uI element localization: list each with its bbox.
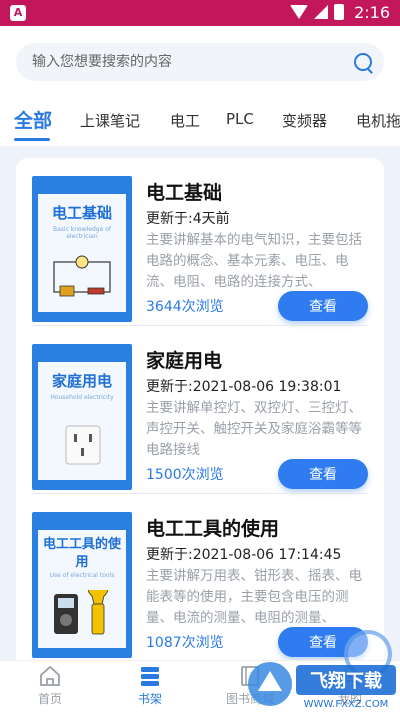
tab-class-notes[interactable]: 上课笔记 [80, 110, 140, 131]
item-title: 电工工具的使用 [146, 518, 280, 540]
search-bar [16, 43, 384, 81]
home-icon [40, 665, 60, 686]
item-view-count: 1087次浏览 [146, 635, 224, 651]
view-button[interactable]: 查看 [278, 459, 368, 489]
cover-subtitle: Basic knowledge of electrician [52, 226, 111, 240]
item-updated: 更新于:2021-08-06 17:14:45 [146, 547, 342, 563]
item-title: 电工基础 [146, 182, 223, 204]
circuit-illustration [53, 255, 111, 297]
cover-title: 家庭用电 [51, 372, 112, 390]
cover-title: 电工基础 [51, 204, 112, 222]
category-tabs: 全部 上课笔记 电工 PLC 变频器 电机拖 [0, 98, 400, 146]
search-input[interactable] [32, 43, 332, 81]
tab-plc[interactable]: PLC [226, 110, 254, 128]
item-description: 主要讲解万用表、钳形表、摇表、电能表等的使用，主要包含电压的测量、电流的测量、电… [146, 568, 362, 626]
tab-inverter[interactable]: 变频器 [282, 110, 327, 131]
tab-all[interactable]: 全部 [14, 106, 52, 133]
multimeter-illustration [54, 590, 109, 635]
cover-subtitle: Household electricity [50, 394, 114, 401]
item-title: 家庭用电 [146, 350, 223, 372]
socket-illustration [65, 425, 101, 465]
wifi-icon [290, 5, 308, 19]
watermark-url: WWW.FXXZ.COM [304, 699, 389, 710]
watermark-text: 飞翔下载 [310, 670, 382, 692]
signal-icon [314, 5, 328, 19]
item-updated: 更新于:2021-08-06 19:38:01 [146, 379, 342, 395]
item-view-count: 1500次浏览 [146, 467, 224, 483]
status-bar: A 2:16 [0, 0, 400, 26]
watermark-logo: 飞翔下载 WWW.FXXZ.COM [248, 662, 396, 710]
bookshelf-icon [141, 667, 159, 686]
item-description: 主要讲解基本的电气知识，主要包括电路的概念、基本元素、电压、电流、电阻、电路的连… [146, 232, 362, 290]
cover-title: 电工工具的使用 [42, 537, 121, 570]
view-button[interactable]: 查看 [278, 291, 368, 321]
status-time: 2:16 [354, 3, 390, 22]
battery-icon [334, 4, 344, 20]
active-tab-indicator [14, 138, 50, 141]
nav-label: 首页 [37, 692, 62, 706]
search-header [0, 26, 400, 98]
nav-label: 书架 [137, 692, 162, 706]
item-updated: 更新于:4天前 [146, 211, 230, 227]
tab-motor-drive[interactable]: 电机拖 [356, 110, 400, 131]
cover-subtitle: Use of electrical tools [49, 572, 115, 579]
nav-home[interactable]: 首页 [10, 665, 90, 707]
book-list: 电工基础 Basic knowledge of electrician 电工基础… [16, 158, 384, 678]
book-cover: 电工基础 Basic knowledge of electrician [32, 176, 132, 322]
nav-bookshelf[interactable]: 书架 [110, 665, 190, 707]
book-cover: 电工工具的使用 Use of electrical tools [32, 512, 132, 658]
list-item[interactable]: 电工工具的使用 Use of electrical tools 电工工具的使用 … [16, 494, 384, 662]
list-item[interactable]: 电工基础 Basic knowledge of electrician 电工基础… [16, 158, 384, 326]
item-view-count: 3644次浏览 [146, 299, 224, 315]
app-notification-icon: A [10, 5, 26, 21]
list-item[interactable]: 家庭用电 Household electricity 家庭用电 更新于:2021… [16, 326, 384, 494]
search-icon[interactable] [354, 53, 372, 71]
site-watermark: 飞翔下载 WWW.FXXZ.COM [244, 655, 400, 713]
tab-electrician[interactable]: 电工 [170, 110, 200, 131]
item-description: 主要讲解单控灯、双控灯、三控灯、声控开关、触控开关及家庭浴霸等等电路接线 [146, 400, 362, 458]
system-icons [290, 4, 344, 20]
book-cover: 家庭用电 Household electricity [32, 344, 132, 490]
